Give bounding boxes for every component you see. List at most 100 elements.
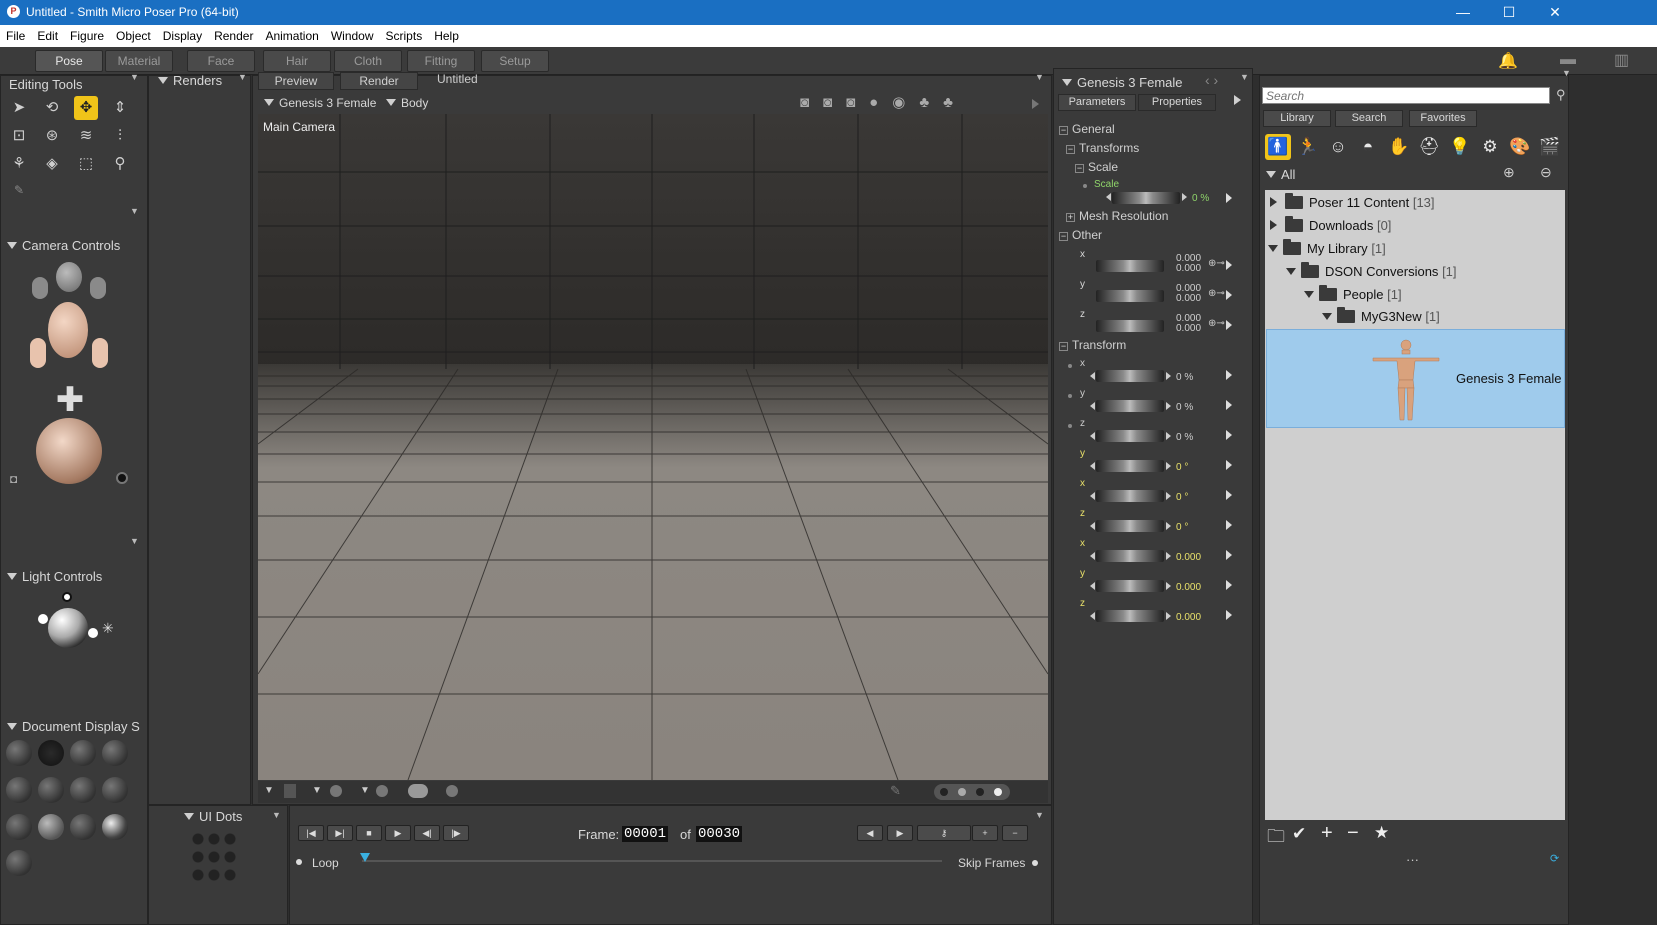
dial-right-arrow-icon[interactable]	[1166, 372, 1171, 380]
prev-frame-button[interactable]: ◀|	[414, 825, 440, 841]
props-category-icon[interactable]: ⛑	[1416, 134, 1442, 160]
panel-menu-icon[interactable]: ▼	[1562, 68, 1571, 78]
transform-value[interactable]: 0 °	[1176, 492, 1188, 503]
view-dot-icon[interactable]	[958, 788, 966, 796]
menu-render[interactable]: Render	[208, 25, 259, 43]
dial-right-arrow-icon[interactable]	[1166, 582, 1171, 590]
display-extra-icon[interactable]	[6, 850, 32, 876]
collapse-icon[interactable]: −	[1059, 232, 1068, 241]
transform-dial[interactable]	[1096, 430, 1164, 442]
param-menu-arrow-icon[interactable]	[1226, 193, 1232, 203]
group-other[interactable]: Other	[1072, 228, 1102, 244]
scale-dial[interactable]	[1112, 192, 1180, 204]
favorite-star-icon[interactable]: ★	[1374, 823, 1389, 843]
minimize-button[interactable]: —	[1440, 0, 1486, 25]
param-menu-arrow-icon[interactable]	[1226, 610, 1232, 620]
panel-menu-icon[interactable]: ▼	[1240, 72, 1249, 82]
prev-next-arrows-icon[interactable]: ‹ ›	[1205, 72, 1218, 88]
collapse-icon[interactable]: −	[1066, 145, 1075, 154]
params-expand-icon[interactable]	[1234, 94, 1241, 108]
dial-left-arrow-icon[interactable]	[1090, 402, 1095, 410]
collapse-icon[interactable]: −	[1059, 342, 1068, 351]
go-to-end-button[interactable]: ▶|	[327, 825, 353, 841]
tab-pose[interactable]: Pose	[35, 50, 103, 72]
transform-value[interactable]: 0 %	[1176, 372, 1193, 383]
direct-manip-icon[interactable]: ✎	[7, 178, 31, 202]
dial-left-arrow-icon[interactable]	[1090, 372, 1095, 380]
panel-menu-icon[interactable]: ▼	[130, 72, 139, 82]
skip-frames-radio[interactable]	[1032, 860, 1038, 866]
pencil-icon[interactable]: ✎	[890, 783, 901, 799]
display-wireframe-icon[interactable]	[70, 740, 96, 766]
collapse-icon[interactable]: −	[1075, 164, 1084, 173]
color-tool-icon[interactable]: ◈	[40, 152, 64, 176]
display-smooth-lined-icon[interactable]	[70, 814, 96, 840]
search-icon[interactable]: ⚲	[1556, 87, 1566, 103]
tab-cloth[interactable]: Cloth	[334, 50, 402, 72]
tab-search[interactable]: Search	[1335, 110, 1403, 127]
panel-menu-icon[interactable]: ▼	[1035, 810, 1044, 820]
menu-scripts[interactable]: Scripts	[380, 25, 429, 43]
panel-menu-icon[interactable]: ▼	[272, 810, 281, 820]
other-x-dial[interactable]	[1096, 260, 1164, 272]
next-key-button[interactable]: ▶	[887, 825, 913, 841]
select-tool-icon[interactable]: ➤	[7, 96, 31, 120]
display-hidden-line-icon[interactable]	[102, 740, 128, 766]
sun-icon[interactable]: ✳	[102, 620, 114, 637]
menu-object[interactable]: Object	[110, 25, 157, 43]
camera-controls-title[interactable]: Camera Controls	[7, 238, 120, 253]
ui-dots-grid[interactable]	[190, 830, 240, 886]
tree-item-dson-conversions[interactable]: DSON Conversions [1]	[1286, 262, 1457, 279]
menu-animation[interactable]: Animation	[259, 25, 324, 43]
link-key-icon[interactable]: ⊕⊸	[1208, 318, 1225, 329]
stats-icon[interactable]: ▥	[1614, 50, 1629, 70]
morph-brush-icon[interactable]: ⚘	[7, 152, 31, 176]
play-button[interactable]: ▶	[385, 825, 411, 841]
param-menu-arrow-icon[interactable]	[1226, 260, 1232, 270]
maximize-button[interactable]: ☐	[1486, 0, 1532, 25]
display-flat-lined-icon[interactable]	[70, 777, 96, 803]
view-magnifier-icon[interactable]: ⚲	[108, 152, 132, 176]
dial-right-arrow-icon[interactable]	[1166, 522, 1171, 530]
3d-viewport[interactable]: Main Camera	[258, 114, 1048, 780]
dial-left-arrow-icon[interactable]	[1090, 522, 1095, 530]
group-mesh-resolution[interactable]: Mesh Resolution	[1079, 209, 1168, 225]
transform-dial[interactable]	[1096, 610, 1164, 622]
library-search-field[interactable]	[1262, 87, 1550, 104]
dial-left-arrow-icon[interactable]	[1106, 193, 1111, 201]
transform-value[interactable]: 0 °	[1176, 462, 1188, 473]
add-runtime-icon[interactable]: ⊕	[1503, 164, 1515, 181]
panel-menu-icon[interactable]: ▼	[1035, 72, 1044, 82]
link-key-icon[interactable]: ⊕⊸	[1208, 258, 1225, 269]
chevron-down-icon[interactable]: ▼	[360, 785, 370, 796]
transform-value[interactable]: 0.000	[1176, 612, 1201, 623]
tab-render[interactable]: Render	[340, 72, 418, 90]
param-menu-arrow-icon[interactable]	[1226, 400, 1232, 410]
other-y-dial[interactable]	[1096, 290, 1164, 302]
dial-left-arrow-icon[interactable]	[1090, 492, 1095, 500]
camera-trackball[interactable]	[36, 418, 102, 484]
link-key-icon[interactable]: ⊕⊸	[1208, 288, 1225, 299]
param-menu-arrow-icon[interactable]	[1226, 320, 1232, 330]
param-menu-arrow-icon[interactable]	[1226, 550, 1232, 560]
hair-category-icon[interactable]: ◓	[1355, 134, 1381, 160]
transform-value[interactable]: 0 %	[1176, 432, 1193, 443]
param-menu-arrow-icon[interactable]	[1226, 520, 1232, 530]
param-menu-arrow-icon[interactable]	[1226, 430, 1232, 440]
param-menu-arrow-icon[interactable]	[1226, 290, 1232, 300]
library-item-genesis-3-female[interactable]: Genesis 3 Female	[1266, 329, 1565, 428]
twist-tool-icon[interactable]: ⫶	[108, 124, 132, 148]
go-to-start-button[interactable]: |◀	[298, 825, 324, 841]
fg-color-icon[interactable]	[376, 785, 388, 797]
dial-right-arrow-icon[interactable]	[1166, 462, 1171, 470]
panel-menu-icon[interactable]: ▼	[130, 536, 139, 546]
transform-dial[interactable]	[1096, 400, 1164, 412]
taper-tool-icon[interactable]: ⊛	[40, 124, 64, 148]
menu-figure[interactable]: Figure	[64, 25, 110, 43]
group-transform[interactable]: Transform	[1072, 338, 1126, 354]
cameras-category-icon[interactable]: ⚙	[1477, 134, 1503, 160]
camera-right-hand-icon[interactable]	[90, 277, 106, 299]
view-dot-icon[interactable]	[994, 788, 1002, 796]
panel-menu-icon[interactable]: ▼	[238, 72, 247, 82]
param-menu-arrow-icon[interactable]	[1226, 490, 1232, 500]
